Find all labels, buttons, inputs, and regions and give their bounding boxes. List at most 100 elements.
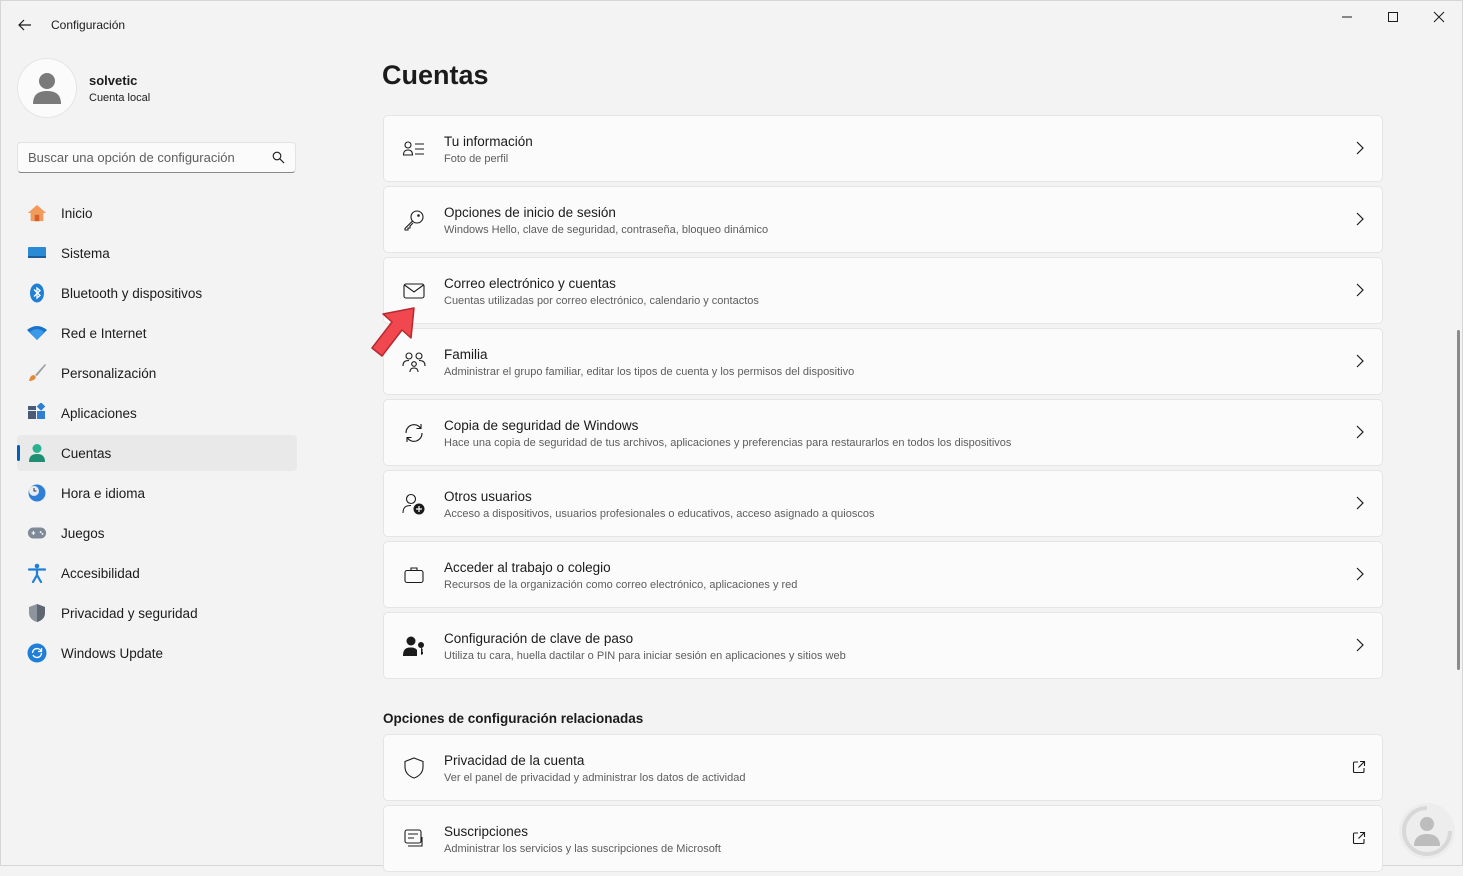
card-title: Tu información <box>444 134 533 149</box>
shield-icon <box>27 603 47 623</box>
sidebar-item-red[interactable]: Red e Internet <box>17 315 297 351</box>
card-subtitle: Utiliza tu cara, huella dactilar o PIN p… <box>444 650 846 662</box>
card-correo-cuentas[interactable]: Correo electrónico y cuentas Cuentas uti… <box>383 257 1383 324</box>
avatar[interactable] <box>17 58 77 118</box>
sidebar-item-label: Sistema <box>61 246 110 261</box>
card-subtitle: Hace una copia de seguridad de tus archi… <box>444 437 1012 449</box>
sidebar-item-windows-update[interactable]: Windows Update <box>17 635 297 671</box>
sidebar-item-label: Cuentas <box>61 446 112 461</box>
sidebar-nav: Inicio Sistema Bluetooth y dispositivos … <box>17 195 297 675</box>
search-input[interactable] <box>28 150 263 165</box>
card-subtitle: Windows Hello, clave de seguridad, contr… <box>444 224 769 236</box>
sidebar-item-personalizacion[interactable]: Personalización <box>17 355 297 391</box>
chevron-right-icon <box>1356 638 1364 657</box>
card-suscripciones[interactable]: Suscripciones Administrar los servicios … <box>383 805 1383 872</box>
brush-icon <box>27 363 47 383</box>
sidebar-item-inicio[interactable]: Inicio <box>17 195 297 231</box>
user-name: solvetic <box>89 73 138 88</box>
subscription-icon <box>402 828 426 850</box>
maximize-icon <box>1388 12 1398 22</box>
system-icon <box>27 243 47 263</box>
sidebar-item-label: Inicio <box>61 206 93 221</box>
home-icon <box>27 203 47 223</box>
related-settings-list: Privacidad de la cuenta Ver el panel de … <box>383 734 1383 876</box>
app-title: Configuración <box>51 18 126 32</box>
sync-icon <box>402 422 426 444</box>
sidebar-item-label: Windows Update <box>61 646 164 661</box>
watermark-logo <box>1396 800 1458 862</box>
card-title: Suscripciones <box>444 824 529 839</box>
card-opciones-inicio-sesion[interactable]: Opciones de inicio de sesión Windows Hel… <box>383 186 1383 253</box>
chevron-right-icon <box>1356 212 1364 231</box>
card-privacidad-cuenta[interactable]: Privacidad de la cuenta Ver el panel de … <box>383 734 1383 801</box>
key-icon <box>402 209 426 231</box>
card-trabajo-colegio[interactable]: Acceder al trabajo o colegio Recursos de… <box>383 541 1383 608</box>
annotation-arrow-icon <box>366 302 426 369</box>
chevron-right-icon <box>1356 283 1364 302</box>
sidebar-item-hora[interactable]: Hora e idioma <box>17 475 297 511</box>
chevron-right-icon <box>1356 141 1364 160</box>
maximize-button[interactable] <box>1370 2 1416 32</box>
card-tu-informacion[interactable]: Tu información Foto de perfil <box>383 115 1383 182</box>
card-title: Copia de seguridad de Windows <box>444 418 639 433</box>
scrollbar[interactable] <box>1457 330 1460 670</box>
search-box[interactable] <box>17 142 296 173</box>
sidebar-item-label: Accesibilidad <box>61 566 140 581</box>
user-avatar-icon <box>33 73 61 104</box>
card-subtitle: Ver el panel de privacidad y administrar… <box>444 772 746 784</box>
shield-outline-icon <box>402 757 426 779</box>
sidebar-item-sistema[interactable]: Sistema <box>17 235 297 271</box>
card-subtitle: Recursos de la organización como correo … <box>444 579 798 591</box>
card-title: Configuración de clave de paso <box>444 631 634 646</box>
wifi-icon <box>27 323 47 343</box>
card-subtitle: Administrar los servicios y las suscripc… <box>444 843 721 855</box>
selection-indicator <box>17 445 20 461</box>
sidebar-item-cuentas[interactable]: Cuentas <box>17 435 297 471</box>
related-settings-heading: Opciones de configuración relacionadas <box>383 711 644 726</box>
person-info-icon <box>402 138 426 160</box>
account-type: Cuenta local <box>89 92 151 104</box>
chevron-right-icon <box>1356 496 1364 515</box>
card-copia-seguridad[interactable]: Copia de seguridad de Windows Hace una c… <box>383 399 1383 466</box>
account-icon <box>27 443 47 463</box>
sidebar-item-bluetooth[interactable]: Bluetooth y dispositivos <box>17 275 297 311</box>
sidebar-item-aplicaciones[interactable]: Aplicaciones <box>17 395 297 431</box>
card-familia[interactable]: Familia Administrar el grupo familiar, e… <box>383 328 1383 395</box>
card-subtitle: Administrar el grupo familiar, editar lo… <box>444 366 855 378</box>
chevron-right-icon <box>1356 425 1364 444</box>
briefcase-icon <box>402 564 426 586</box>
close-button[interactable] <box>1416 2 1462 32</box>
accessibility-icon <box>27 563 47 583</box>
sidebar-item-privacidad[interactable]: Privacidad y seguridad <box>17 595 297 631</box>
sidebar-item-label: Aplicaciones <box>61 406 137 421</box>
sidebar-item-accesibilidad[interactable]: Accesibilidad <box>17 555 297 591</box>
clock-globe-icon <box>27 483 47 503</box>
sidebar-item-label: Red e Internet <box>61 326 147 341</box>
sidebar-item-label: Hora e idioma <box>61 486 146 501</box>
chevron-right-icon <box>1356 354 1364 373</box>
sidebar-item-label: Bluetooth y dispositivos <box>61 286 203 301</box>
card-clave-paso[interactable]: Configuración de clave de paso Utiliza t… <box>383 612 1383 679</box>
search-icon[interactable] <box>272 151 285 169</box>
minimize-icon <box>1342 16 1352 18</box>
title-bar: Configuración <box>0 0 1463 50</box>
card-subtitle: Acceso a dispositivos, usuarios profesio… <box>444 508 875 520</box>
card-subtitle: Foto de perfil <box>444 153 509 165</box>
update-icon <box>27 643 47 663</box>
sidebar-item-juegos[interactable]: Juegos <box>17 515 297 551</box>
card-otros-usuarios[interactable]: Otros usuarios Acceso a dispositivos, us… <box>383 470 1383 537</box>
card-title: Familia <box>444 347 488 362</box>
card-title: Acceder al trabajo o colegio <box>444 560 611 575</box>
apps-icon <box>27 403 47 423</box>
back-button[interactable] <box>10 10 40 40</box>
bluetooth-icon <box>27 283 47 303</box>
open-external-icon <box>1352 831 1366 850</box>
card-title: Privacidad de la cuenta <box>444 753 585 768</box>
close-icon <box>1433 11 1445 23</box>
sidebar-item-label: Privacidad y seguridad <box>61 606 198 621</box>
card-subtitle: Cuentas utilizadas por correo electrónic… <box>444 295 759 307</box>
minimize-button[interactable] <box>1324 2 1370 32</box>
sidebar-item-label: Juegos <box>61 526 105 541</box>
page-title: Cuentas <box>382 60 489 90</box>
back-arrow-icon <box>18 19 31 31</box>
